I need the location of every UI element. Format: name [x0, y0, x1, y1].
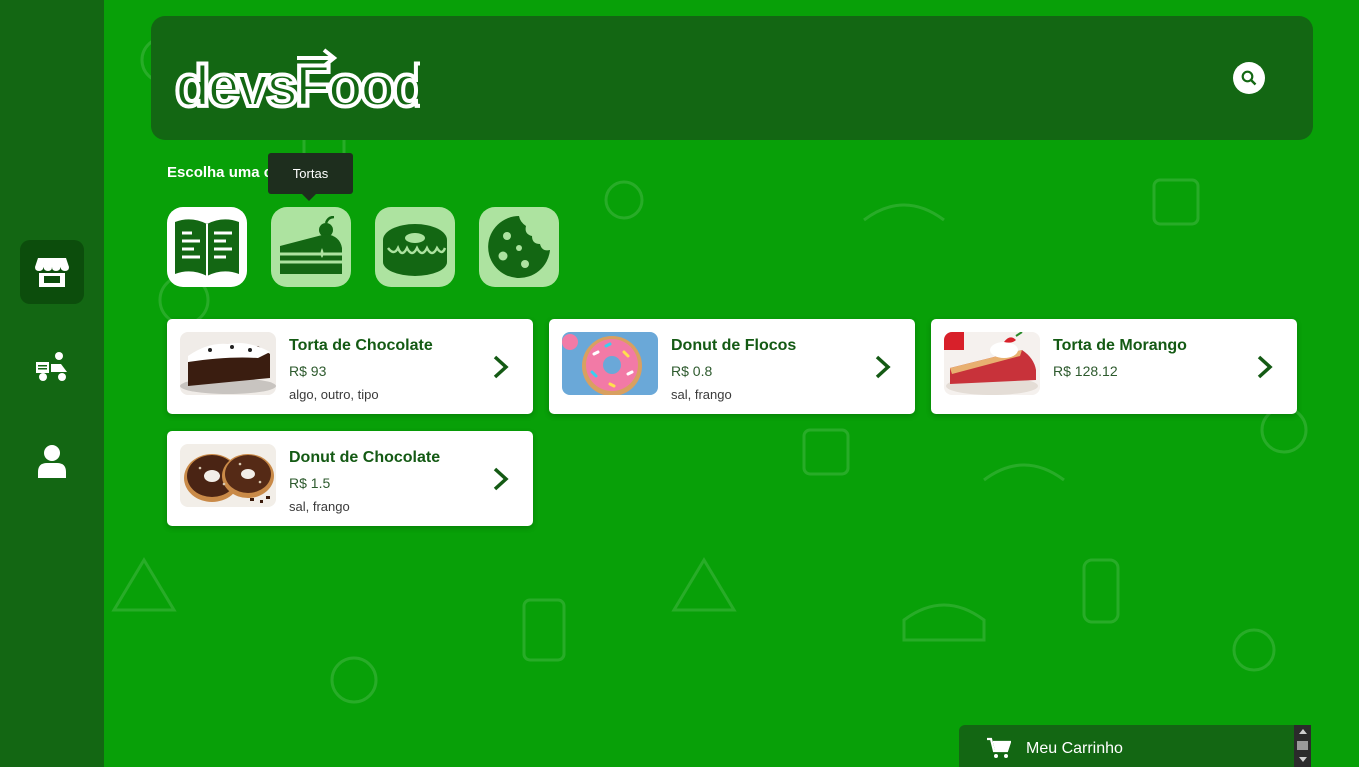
chocolate-pie-image [180, 332, 276, 395]
product-name: Torta de Chocolate [289, 337, 433, 354]
product-price: R$ 0.8 [671, 363, 713, 379]
search-button[interactable] [1233, 62, 1265, 94]
product-card[interactable]: Donut de Flocos R$ 0.8 sal, frango [549, 319, 915, 414]
sidebar [0, 0, 104, 767]
category-donuts[interactable] [375, 207, 455, 287]
sidebar-item-orders[interactable] [20, 334, 84, 398]
sidebar-item-store[interactable] [20, 240, 84, 304]
sprinkle-donut-image [562, 332, 658, 395]
category-tortas[interactable] [271, 207, 351, 287]
product-ingredients: algo, outro, tipo [289, 387, 379, 402]
store-icon [35, 258, 69, 287]
strawberry-pie-image [944, 332, 1040, 395]
product-ingredients: sal, frango [671, 387, 732, 402]
product-card[interactable]: Torta de Chocolate R$ 93 algo, outro, ti… [167, 319, 533, 414]
scroll-up-icon[interactable] [1299, 729, 1307, 734]
product-name: Torta de Morango [1053, 337, 1187, 354]
header: devsFood [151, 16, 1313, 140]
search-icon [1241, 70, 1257, 86]
devsfood-logo[interactable]: devsFood [173, 42, 430, 121]
product-price: R$ 1.5 [289, 475, 331, 491]
scrollbar-thumb[interactable] [1297, 741, 1308, 750]
cart-panel[interactable]: Meu Carrinho [959, 725, 1311, 767]
delivery-icon [36, 352, 67, 381]
category-all[interactable] [167, 207, 247, 287]
svg-text:devsFood: devsFood [175, 54, 420, 112]
menu-book-icon [175, 219, 239, 276]
cart-scrollbar[interactable] [1294, 725, 1311, 767]
chocolate-donut-image [180, 444, 276, 507]
chevron-right-icon [1256, 354, 1274, 385]
chevron-right-icon [492, 354, 510, 385]
cart-icon [987, 737, 1012, 764]
cookie-icon [488, 216, 550, 278]
product-ingredients: sal, frango [289, 499, 350, 514]
category-tooltip: Tortas [268, 153, 353, 201]
scroll-down-icon[interactable] [1299, 757, 1307, 762]
product-price: R$ 93 [289, 363, 327, 379]
product-card[interactable]: Torta de Morango R$ 128.12 [931, 319, 1297, 414]
product-name: Donut de Chocolate [289, 449, 441, 466]
sidebar-item-profile[interactable] [20, 429, 84, 493]
category-cookies[interactable] [479, 207, 559, 287]
chevron-right-icon [874, 354, 892, 385]
chevron-right-icon [492, 466, 510, 497]
user-icon [38, 445, 66, 478]
product-card[interactable]: Donut de Chocolate R$ 1.5 sal, frango [167, 431, 533, 526]
product-name: Donut de Flocos [671, 337, 797, 354]
product-price: R$ 128.12 [1053, 363, 1118, 379]
cake-slice-icon [280, 216, 342, 274]
cart-label: Meu Carrinho [1026, 740, 1123, 757]
donut-icon [383, 224, 447, 276]
